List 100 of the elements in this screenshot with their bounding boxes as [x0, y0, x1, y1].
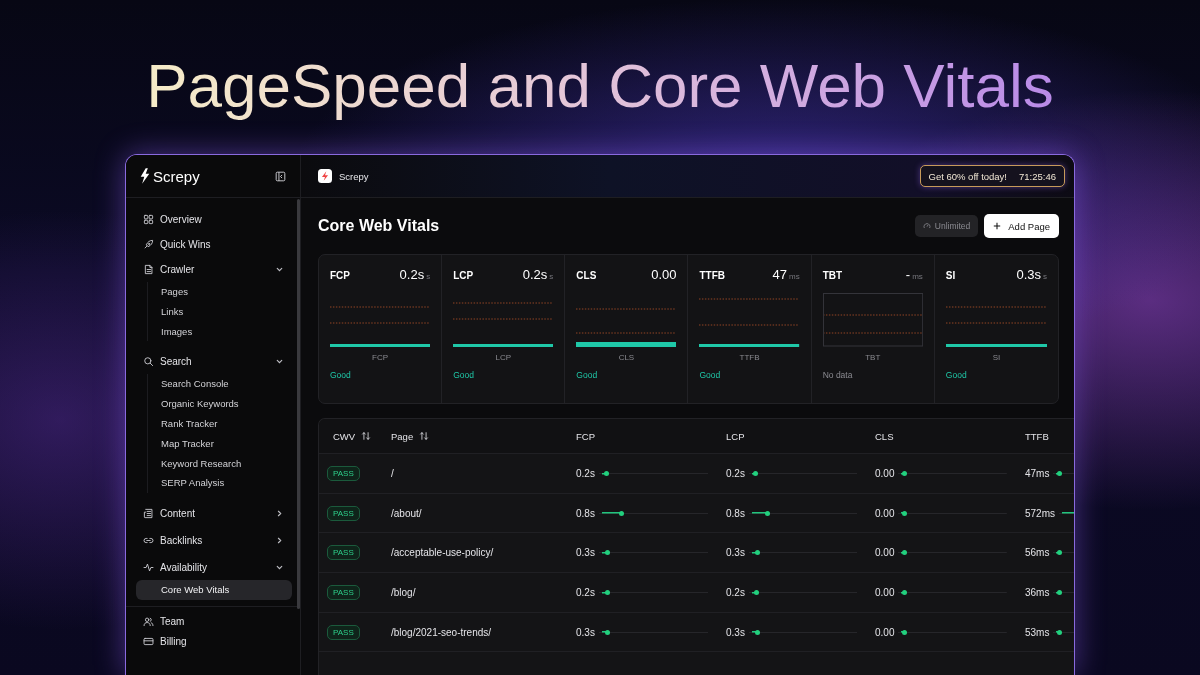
nav-item[interactable]: Billing: [134, 631, 292, 652]
column-header: CLS: [874, 430, 895, 442]
nav-subitem[interactable]: Pages: [161, 282, 292, 302]
nav-subitem[interactable]: Core Web Vitals: [136, 580, 292, 601]
column-header[interactable]: Page: [383, 430, 568, 442]
chart-label: SI: [992, 353, 1001, 362]
nav-item[interactable]: Search: [134, 349, 292, 375]
plus-icon: [993, 222, 1002, 230]
page-path[interactable]: /about/: [391, 507, 422, 519]
metric-name: CLS: [576, 270, 597, 281]
app-name: Screpy: [339, 170, 369, 182]
metric-unit: ms: [789, 272, 800, 281]
nav-subitem[interactable]: Search Console: [161, 374, 292, 395]
metric-value: 0.2s: [522, 267, 548, 282]
metric-value: 0.3s: [1016, 267, 1041, 282]
column-header[interactable]: CWV: [319, 430, 383, 442]
pass-badge: PASS: [327, 465, 360, 481]
grid-icon: [143, 214, 154, 225]
promo-text: Get 60% off today!: [928, 170, 1007, 182]
status-text: Good: [576, 370, 598, 380]
metric-value: 0.3s: [576, 626, 595, 638]
nav-subitem[interactable]: Map Tracker: [161, 433, 292, 454]
metric-value: 0.3s: [726, 626, 745, 638]
nav-subitem[interactable]: Images: [161, 321, 292, 342]
metric-value: 0.8s: [576, 507, 595, 519]
nav-item[interactable]: Crawler: [134, 257, 292, 282]
nav-subitem[interactable]: Rank Tracker: [161, 414, 292, 434]
pass-badge: PASS: [327, 584, 360, 600]
nav-item[interactable]: Team: [134, 611, 292, 632]
metric-name: FCP: [330, 270, 350, 281]
metric-value: 572ms: [1025, 507, 1055, 519]
metric-value: 0.3s: [726, 547, 745, 559]
sort-icon[interactable]: [419, 431, 430, 441]
column-header: TTFB: [1024, 430, 1050, 442]
page-path[interactable]: /: [391, 467, 394, 479]
nav-item[interactable]: Content: [134, 501, 292, 527]
sidebar-toggle-icon[interactable]: [275, 170, 286, 182]
pass-badge: PASS: [327, 624, 360, 640]
nav-item[interactable]: Availability: [134, 555, 292, 581]
metric-value: 0.2s: [399, 267, 425, 282]
metric-value: 0.00: [875, 547, 895, 559]
metric-value: 0.2s: [576, 467, 595, 479]
page-path[interactable]: /blog/2021-seo-trends/: [391, 626, 492, 638]
scrollbar[interactable]: [297, 199, 300, 609]
page-path[interactable]: /acceptable-use-policy/: [391, 547, 494, 559]
nav-subitem[interactable]: Links: [161, 301, 292, 322]
metric-value: 0.00: [875, 626, 895, 638]
pass-badge: PASS: [327, 505, 360, 521]
search-icon: [143, 356, 154, 368]
status-text: Good: [330, 370, 351, 380]
metric-value: 0.8s: [726, 507, 745, 519]
status-text: Good: [699, 370, 721, 380]
metric-value: 53ms: [1025, 626, 1050, 638]
nav-item[interactable]: Backlinks: [134, 528, 292, 554]
sort-icon[interactable]: [361, 431, 372, 441]
metric-unit: s: [1043, 272, 1047, 281]
chart-label: LCP: [495, 353, 511, 362]
app-logo-icon: [318, 169, 332, 183]
promo-banner[interactable]: Get 60% off today! 71:25:46: [919, 165, 1065, 187]
newspaper-icon: [143, 508, 154, 520]
card-icon: [143, 635, 154, 647]
pass-badge: PASS: [327, 545, 360, 561]
metric-value: 0.2s: [726, 586, 745, 598]
column-header: FCP: [575, 430, 596, 442]
metric-name: SI: [945, 270, 956, 281]
metric-name: TBT: [822, 270, 843, 281]
nav-subitem[interactable]: Keyword Research: [161, 453, 292, 474]
rocket-icon: [143, 239, 154, 250]
metric-value: 47: [772, 267, 787, 282]
page-path[interactable]: /blog/: [391, 586, 416, 598]
metric-unit: ms: [912, 272, 923, 281]
metric-name: TTFB: [699, 270, 726, 281]
people-icon: [143, 615, 154, 627]
page-title: Core Web Vitals: [318, 217, 440, 235]
metric-value: 0.00: [875, 507, 895, 519]
plan-text: Unlimited: [934, 221, 971, 231]
metric-unit: s: [549, 272, 554, 281]
chart-label: FCP: [372, 353, 389, 362]
metric-value: -: [905, 267, 911, 282]
pulse-icon: [143, 562, 154, 574]
metric-value: 0.2s: [726, 467, 745, 479]
metric-value: 47ms: [1025, 467, 1050, 479]
brand-name: Screpy: [153, 167, 200, 185]
metric-value: 0.3s: [576, 547, 595, 559]
metric-value: 0.00: [875, 586, 895, 598]
chart-label: TBT: [865, 353, 881, 362]
metric-name: LCP: [453, 270, 474, 281]
nav-subitem[interactable]: SERP Analysis: [161, 473, 292, 494]
metric-unit: s: [426, 272, 431, 281]
document-icon: [143, 264, 154, 275]
metric-value: 0.00: [875, 467, 895, 479]
nav-item[interactable]: Quick Wins: [134, 232, 292, 257]
status-text: Good: [453, 370, 474, 380]
add-page-button[interactable]: Add Page: [984, 214, 1059, 238]
chart-label: TTFB: [739, 353, 760, 362]
metric-value: 0.00: [651, 267, 677, 282]
column-header: LCP: [725, 430, 746, 442]
nav-subitem[interactable]: Organic Keywords: [161, 394, 292, 414]
nav-item[interactable]: Overview: [134, 207, 292, 232]
chart-label: CLS: [618, 353, 635, 362]
